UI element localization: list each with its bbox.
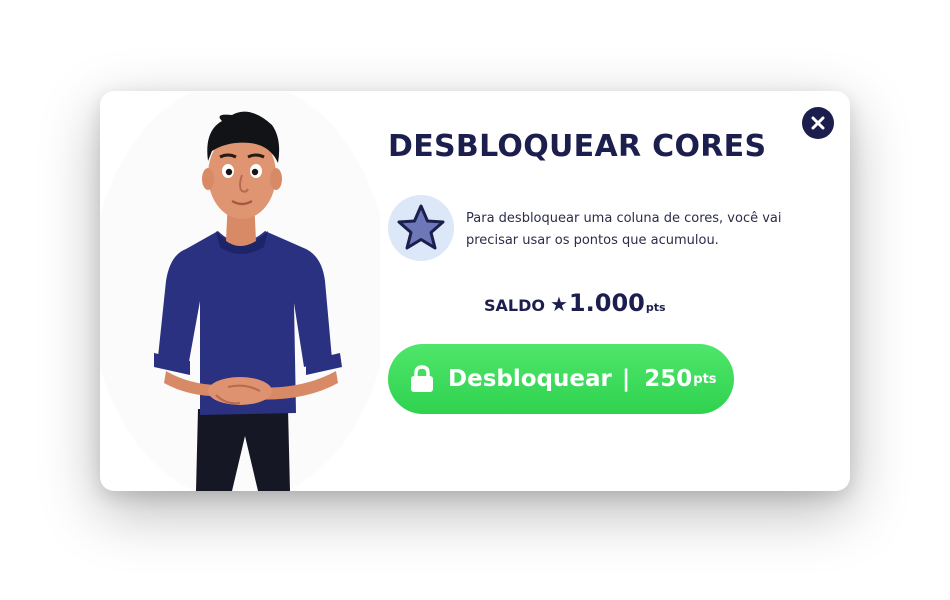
info-description: Para desbloquear uma coluna de cores, vo… (466, 211, 782, 248)
balance-label: SALDO (484, 296, 545, 315)
screen-backdrop: DESBLOQUEAR CORES Para desbloquear uma c… (0, 0, 950, 600)
balance-unit: pts (645, 301, 666, 314)
unlock-button-separator: | (621, 366, 631, 392)
unlock-button-label: Desbloquear (448, 366, 612, 392)
unlock-cost-value: 250 (644, 366, 693, 392)
close-button[interactable] (802, 107, 834, 139)
unlock-colors-modal: DESBLOQUEAR CORES Para desbloquear uma c… (100, 91, 850, 491)
star-badge (388, 195, 454, 261)
unlock-cost-unit: pts (693, 371, 717, 387)
unlock-button[interactable]: Desbloquear | 250 pts (388, 344, 734, 414)
modal-title: DESBLOQUEAR CORES (388, 129, 767, 164)
star-icon (397, 204, 445, 250)
balance-value: 1.000 (568, 289, 645, 317)
points-balance: SALDO ★ 1.000 pts (484, 289, 666, 317)
star-icon: ★ (549, 292, 568, 316)
sign-language-avatar (100, 91, 380, 491)
close-icon (811, 116, 825, 130)
lock-icon (410, 365, 434, 393)
